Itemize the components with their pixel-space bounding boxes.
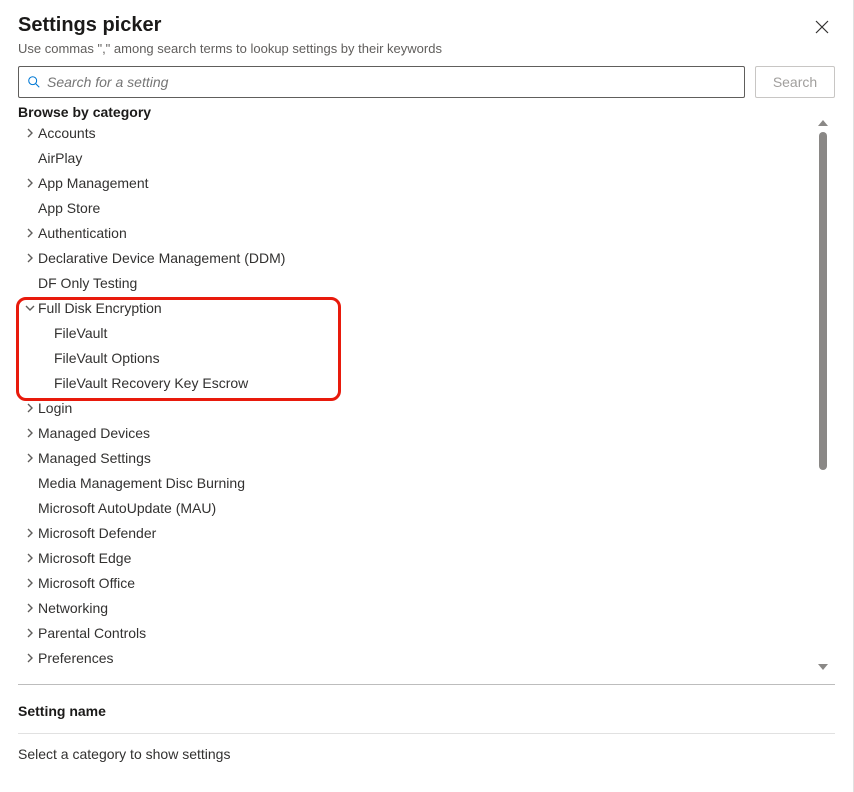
category-label: Networking: [38, 600, 108, 616]
chevron-down-icon: [22, 303, 38, 313]
category-tree: Accounts AirPlay App Management App Store Au…: [18, 120, 835, 670]
chevron-right-icon: [22, 628, 38, 638]
chevron-right-icon: [22, 403, 38, 413]
category-label: Login: [38, 400, 72, 416]
category-item-microsoft-defender[interactable]: Microsoft Defender: [18, 520, 811, 545]
chevron-right-icon: [22, 178, 38, 188]
panel-header: Settings picker Use commas "," among sea…: [18, 14, 835, 66]
category-label: Microsoft Office: [38, 575, 135, 591]
category-item-managed-settings[interactable]: Managed Settings: [18, 445, 811, 470]
category-item-app-management[interactable]: App Management: [18, 170, 811, 195]
setting-name-header: Setting name: [18, 685, 835, 734]
category-label: Managed Settings: [38, 450, 151, 466]
search-icon: [27, 75, 41, 89]
category-label: Accounts: [38, 125, 96, 141]
category-label: Microsoft AutoUpdate (MAU): [38, 500, 216, 516]
close-button[interactable]: [809, 18, 835, 41]
chevron-right-icon: [22, 578, 38, 588]
empty-settings-message: Select a category to show settings: [18, 734, 835, 774]
search-button[interactable]: Search: [755, 66, 835, 98]
panel-title: Settings picker: [18, 14, 442, 37]
category-item-airplay[interactable]: AirPlay: [18, 145, 811, 170]
category-label: App Management: [38, 175, 149, 191]
category-item-microsoft-autoupdate-mau[interactable]: Microsoft AutoUpdate (MAU): [18, 495, 811, 520]
panel-subtitle: Use commas "," among search terms to loo…: [18, 41, 442, 56]
settings-picker-panel: Settings picker Use commas "," among sea…: [0, 0, 854, 792]
category-item-parental-controls[interactable]: Parental Controls: [18, 620, 811, 645]
category-label: Authentication: [38, 225, 127, 241]
chevron-right-icon: [22, 553, 38, 563]
category-item-app-store[interactable]: App Store: [18, 195, 811, 220]
category-item-df-only-testing[interactable]: DF Only Testing: [18, 270, 811, 295]
scroll-down-icon[interactable]: [818, 664, 828, 670]
subcategory-label: FileVault Options: [54, 350, 160, 366]
category-item-authentication[interactable]: Authentication: [18, 220, 811, 245]
category-item-microsoft-office[interactable]: Microsoft Office: [18, 570, 811, 595]
browse-by-category-label: Browse by category: [18, 104, 835, 120]
category-item-preferences[interactable]: Preferences: [18, 645, 811, 670]
chevron-right-icon: [22, 428, 38, 438]
category-item-media-management-disc-burning[interactable]: Media Management Disc Burning: [18, 470, 811, 495]
category-label: Managed Devices: [38, 425, 150, 441]
search-box[interactable]: [18, 66, 745, 98]
category-item-declarative-device-management-ddm[interactable]: Declarative Device Management (DDM): [18, 245, 811, 270]
subcategory-label: FileVault Recovery Key Escrow: [54, 375, 248, 391]
subcategory-item-filevault-options[interactable]: FileVault Options: [18, 345, 811, 370]
chevron-right-icon: [22, 128, 38, 138]
chevron-right-icon: [22, 528, 38, 538]
category-label: Declarative Device Management (DDM): [38, 250, 285, 266]
category-item-managed-devices[interactable]: Managed Devices: [18, 420, 811, 445]
chevron-right-icon: [22, 603, 38, 613]
scrollbar[interactable]: [815, 120, 833, 670]
close-icon: [815, 20, 829, 34]
category-item-full-disk-encryption[interactable]: Full Disk Encryption: [18, 295, 811, 320]
category-label: Preferences: [38, 650, 113, 666]
category-label: Parental Controls: [38, 625, 146, 641]
scroll-up-icon[interactable]: [818, 120, 828, 126]
scroll-thumb[interactable]: [819, 132, 827, 470]
search-row: Search: [18, 66, 835, 98]
search-input[interactable]: [47, 74, 736, 90]
category-label: Microsoft Edge: [38, 550, 131, 566]
category-tree-container: Accounts AirPlay App Management App Store Au…: [18, 120, 835, 670]
category-label: Microsoft Defender: [38, 525, 156, 541]
subcategory-label: FileVault: [54, 325, 107, 341]
category-label: App Store: [38, 200, 100, 216]
category-item-accounts[interactable]: Accounts: [18, 120, 811, 145]
category-item-login[interactable]: Login: [18, 395, 811, 420]
category-item-microsoft-edge[interactable]: Microsoft Edge: [18, 545, 811, 570]
chevron-right-icon: [22, 253, 38, 263]
chevron-right-icon: [22, 228, 38, 238]
category-label: AirPlay: [38, 150, 82, 166]
category-label: Full Disk Encryption: [38, 300, 162, 316]
chevron-right-icon: [22, 653, 38, 663]
category-label: DF Only Testing: [38, 275, 137, 291]
category-label: Media Management Disc Burning: [38, 475, 245, 491]
chevron-right-icon: [22, 453, 38, 463]
category-item-networking[interactable]: Networking: [18, 595, 811, 620]
subcategory-item-filevault-recovery-key-escrow[interactable]: FileVault Recovery Key Escrow: [18, 370, 811, 395]
subcategory-item-filevault[interactable]: FileVault: [18, 320, 811, 345]
